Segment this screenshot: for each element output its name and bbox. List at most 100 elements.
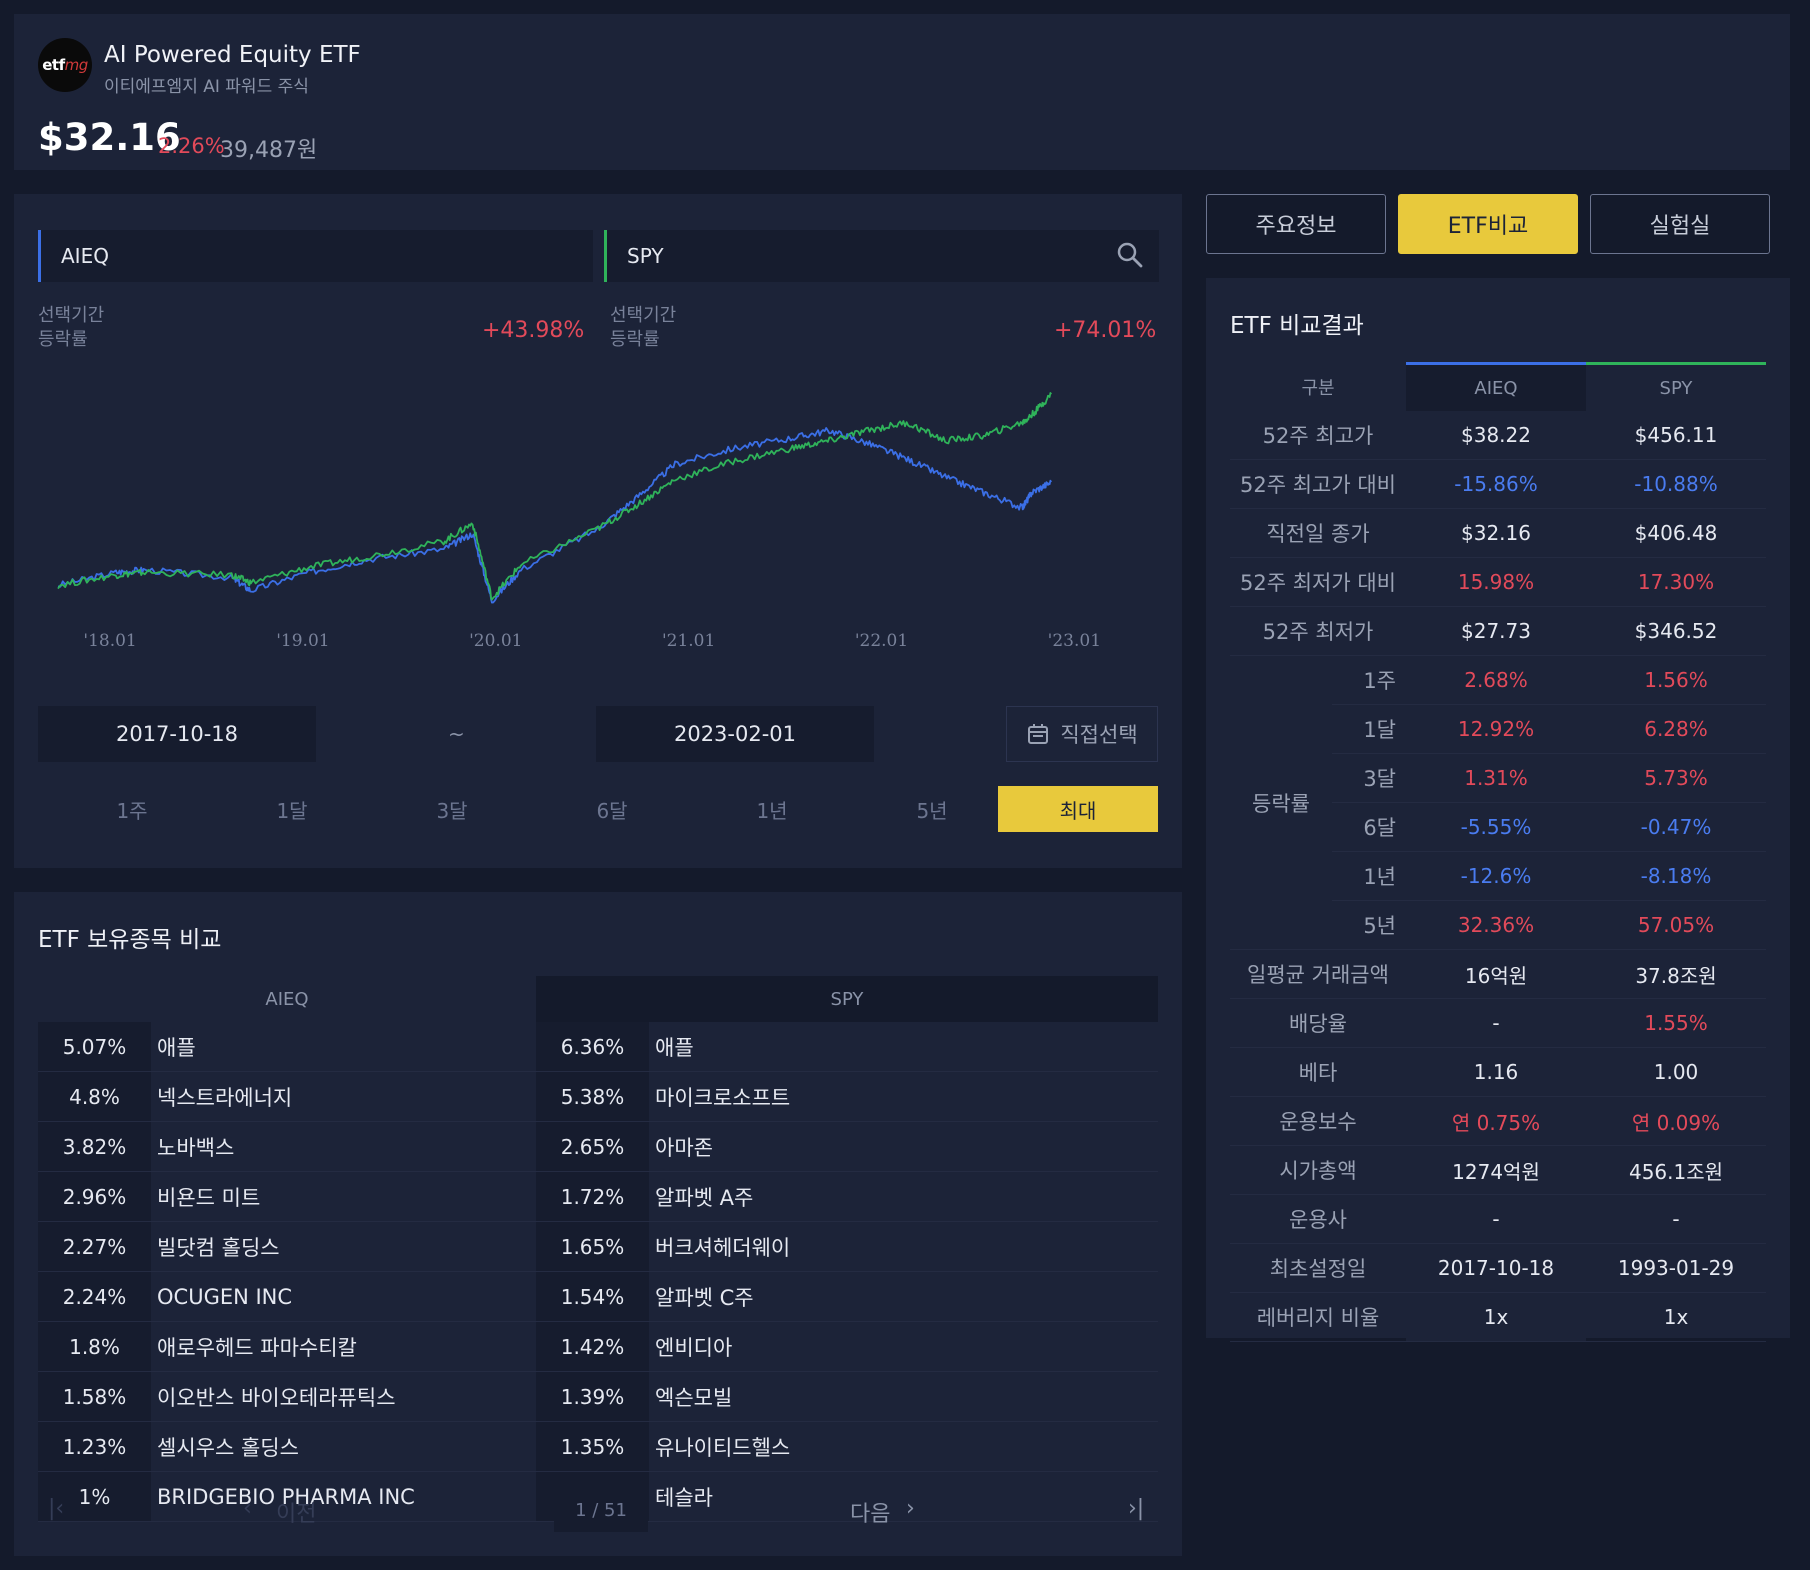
aieq-holding-name: 애로우헤드 파마수티칼 xyxy=(151,1321,536,1372)
next-chevron-icon[interactable]: › xyxy=(906,1496,915,1521)
prev-chevron-icon[interactable]: ‹ xyxy=(243,1496,252,1521)
aieq-weight: 2.96% xyxy=(38,1171,151,1222)
holding-row: 3.82% 노바백스 2.65% 아마존 xyxy=(38,1121,1158,1172)
aieq-value: 1.16 xyxy=(1406,1047,1586,1097)
spy-value: 1.00 xyxy=(1586,1047,1766,1097)
holding-row: 1.8% 애로우헤드 파마수티칼 1.42% 엔비디아 xyxy=(38,1321,1158,1372)
aieq-value: 1.31% xyxy=(1406,753,1586,803)
next-page-button[interactable]: 다음 xyxy=(850,1496,890,1528)
metric-row: 일평균 거래금액 16억원 37.8조원 xyxy=(1230,949,1766,999)
holding-row: 5.07% 애플 6.36% 애플 xyxy=(38,1022,1158,1072)
search-icon[interactable] xyxy=(1115,240,1145,270)
spy-weight: 1.72% xyxy=(536,1171,649,1222)
aieq-value: 1274억원 xyxy=(1406,1145,1586,1195)
aieq-holding-name: 셀시우스 홀딩스 xyxy=(151,1421,536,1472)
metric-row: 직전일 종가 $32.16 $406.48 xyxy=(1230,508,1766,558)
result-title: ETF 비교결과 xyxy=(1230,313,1364,339)
period-1w-button[interactable]: 1주 xyxy=(52,786,212,832)
ticker-input-1[interactable]: AIEQ xyxy=(38,230,593,282)
metric-label: 운용보수 xyxy=(1230,1096,1406,1146)
x-tick-label: '23.01 xyxy=(1048,631,1101,651)
tab-etf-compare[interactable]: ETF비교 xyxy=(1398,194,1578,254)
period-6m-button[interactable]: 6달 xyxy=(532,786,692,832)
last-page-icon[interactable]: ›| xyxy=(1128,1496,1144,1521)
prev-page-button[interactable]: 이전 xyxy=(276,1496,316,1528)
metric-label: 일평균 거래금액 xyxy=(1230,949,1406,999)
metric-label: 52주 최고가 대비 xyxy=(1230,459,1406,509)
spy-value: 37.8조원 xyxy=(1586,949,1766,999)
result-table: 구분 AIEQ SPY 52주 최고가 $38.22 $456.11 52주 최고가 … xyxy=(1230,362,1766,1342)
return-period-label: 6달 xyxy=(1332,802,1406,852)
return-period-label: 1년 xyxy=(1332,851,1406,901)
aieq-value: 2017-10-18 xyxy=(1406,1243,1586,1293)
period-return-spy: +74.01% xyxy=(1054,318,1157,343)
aieq-value: 32.36% xyxy=(1406,900,1586,950)
holding-row: 1.23% 셀시우스 홀딩스 1.35% 유나이티드헬스 xyxy=(38,1421,1158,1472)
tab-key-info[interactable]: 주요정보 xyxy=(1206,194,1386,254)
holdings-col-aieq: AIEQ xyxy=(38,976,536,1022)
spy-value: 17.30% xyxy=(1586,557,1766,607)
spy-holding-name: 아마존 xyxy=(649,1121,1158,1172)
aieq-value: 연 0.75% xyxy=(1406,1096,1586,1146)
x-tick-label: '18.01 xyxy=(83,631,136,651)
result-col-label: 구분 xyxy=(1230,363,1406,411)
spy-weight: 5.38% xyxy=(536,1071,649,1122)
aieq-series-line xyxy=(57,427,1052,604)
returns-group-label: 등락률 xyxy=(1230,655,1332,950)
result-col-aieq: AIEQ xyxy=(1406,362,1586,411)
spy-weight: 1.65% xyxy=(536,1221,649,1272)
tab-lab[interactable]: 실험실 xyxy=(1590,194,1770,254)
aieq-weight: 3.82% xyxy=(38,1121,151,1172)
metric-row: 최초설정일 2017-10-18 1993-01-29 xyxy=(1230,1243,1766,1293)
spy-value: - xyxy=(1586,1194,1766,1244)
return-row: 등락률 1주 2.68% 1.56% xyxy=(1230,655,1766,950)
etf-header: etf mg AI Powered Equity ETF 이티에프엠지 AI 파워… xyxy=(14,14,1790,170)
aieq-weight: 4.8% xyxy=(38,1071,151,1122)
aieq-value: - xyxy=(1406,998,1586,1048)
spy-value: -0.47% xyxy=(1586,802,1766,852)
metric-label: 운용사 xyxy=(1230,1194,1406,1244)
aieq-value: $38.22 xyxy=(1406,411,1586,460)
spy-holding-name: 엔비디아 xyxy=(649,1321,1158,1372)
start-date-field[interactable]: 2017-10-18 xyxy=(38,706,316,762)
aieq-weight: 2.27% xyxy=(38,1221,151,1272)
period-3m-button[interactable]: 3달 xyxy=(372,786,532,832)
spy-value: 5.73% xyxy=(1586,753,1766,803)
spy-holding-name: 알파벳 C주 xyxy=(649,1271,1158,1322)
custom-date-button[interactable]: 직접선택 xyxy=(1006,706,1158,762)
spy-value: -10.88% xyxy=(1586,459,1766,509)
period-1y-button[interactable]: 1년 xyxy=(692,786,852,832)
period-max-button[interactable]: 최대 xyxy=(998,786,1158,832)
x-tick-label: '20.01 xyxy=(469,631,522,651)
metric-label: 52주 최저가 xyxy=(1230,606,1406,656)
holding-row: 1.58% 이오반스 바이오테라퓨틱스 1.39% 엑슨모빌 xyxy=(38,1371,1158,1422)
aieq-value: $27.73 xyxy=(1406,606,1586,656)
end-date-field[interactable]: 2023-02-01 xyxy=(596,706,874,762)
x-tick-label: '19.01 xyxy=(276,631,329,651)
aieq-holding-name: 빌닷컴 홀딩스 xyxy=(151,1221,536,1272)
spy-holding-name: 애플 xyxy=(649,1022,1158,1072)
metric-row: 52주 최저가 대비 15.98% 17.30% xyxy=(1230,557,1766,607)
spy-holding-name: 버크셔헤더웨이 xyxy=(649,1221,1158,1272)
ticker-input-2[interactable]: SPY xyxy=(604,230,1159,282)
spy-value: 1.55% xyxy=(1586,998,1766,1048)
first-page-icon[interactable]: |‹ xyxy=(48,1496,64,1521)
aieq-holding-name: 비욘드 미트 xyxy=(151,1171,536,1222)
spy-value: 456.1조원 xyxy=(1586,1145,1766,1195)
custom-date-label: 직접선택 xyxy=(1060,723,1138,747)
period-5y-button[interactable]: 5년 xyxy=(852,786,1012,832)
spy-weight: 1.42% xyxy=(536,1321,649,1372)
aieq-value: -15.86% xyxy=(1406,459,1586,509)
aieq-value: 16억원 xyxy=(1406,949,1586,999)
spy-value: 6.28% xyxy=(1586,704,1766,754)
spy-holding-name: 유나이티드헬스 xyxy=(649,1421,1158,1472)
metric-row: 운용보수 연 0.75% 연 0.09% xyxy=(1230,1096,1766,1146)
spy-value: 연 0.09% xyxy=(1586,1096,1766,1146)
spy-holding-name: 알파벳 A주 xyxy=(649,1171,1158,1222)
period-return-label-1: 선택기간 등락률 xyxy=(38,305,105,350)
period-1m-button[interactable]: 1달 xyxy=(212,786,372,832)
spy-value: 1.56% xyxy=(1586,655,1766,705)
holding-row: 2.24% OCUGEN INC 1.54% 알파벳 C주 xyxy=(38,1271,1158,1322)
spy-weight: 1.35% xyxy=(536,1421,649,1472)
metric-label: 베타 xyxy=(1230,1047,1406,1097)
